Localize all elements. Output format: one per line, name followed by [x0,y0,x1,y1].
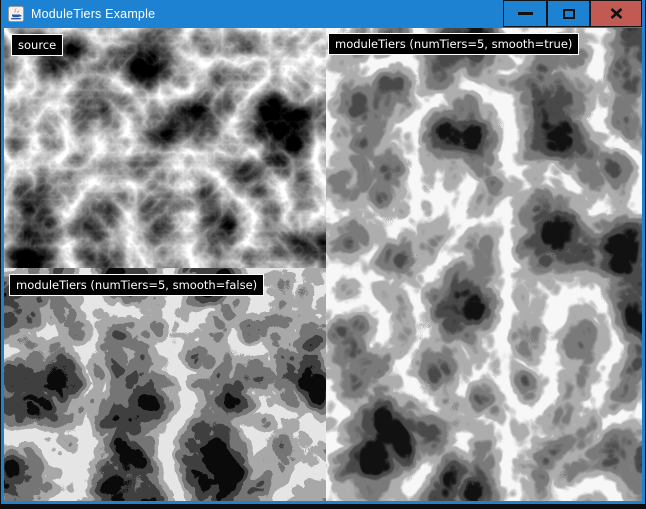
app-window: ModuleTiers Example source [1,0,645,504]
panel-tiers-smooth: moduleTiers (numTiers=5, smooth=true) [326,28,642,501]
source-noise-image [4,28,326,268]
panel-tiers-flat: moduleTiers (numTiers=5, smooth=false) [4,268,326,501]
maximize-button[interactable] [547,0,590,27]
tiers-smooth-noise-image [326,28,642,501]
panel-source: source [4,28,326,268]
minimize-button[interactable] [503,0,547,27]
minimize-icon [518,12,533,15]
panel-label-source: source [11,34,63,56]
titlebar[interactable]: ModuleTiers Example [1,0,645,28]
maximize-icon [563,9,575,19]
close-button[interactable] [590,0,642,27]
render-canvas: source moduleTiers (numTiers=5, smooth=f… [1,28,645,504]
close-icon [610,8,623,19]
window-controls [503,0,642,28]
tiers-flat-noise-image [4,268,326,501]
panel-label-tiers-smooth: moduleTiers (numTiers=5, smooth=true) [328,33,579,55]
panel-label-tiers-flat: moduleTiers (numTiers=5, smooth=false) [9,274,264,296]
java-coffee-cup-icon [8,6,24,22]
window-title: ModuleTiers Example [31,7,155,21]
